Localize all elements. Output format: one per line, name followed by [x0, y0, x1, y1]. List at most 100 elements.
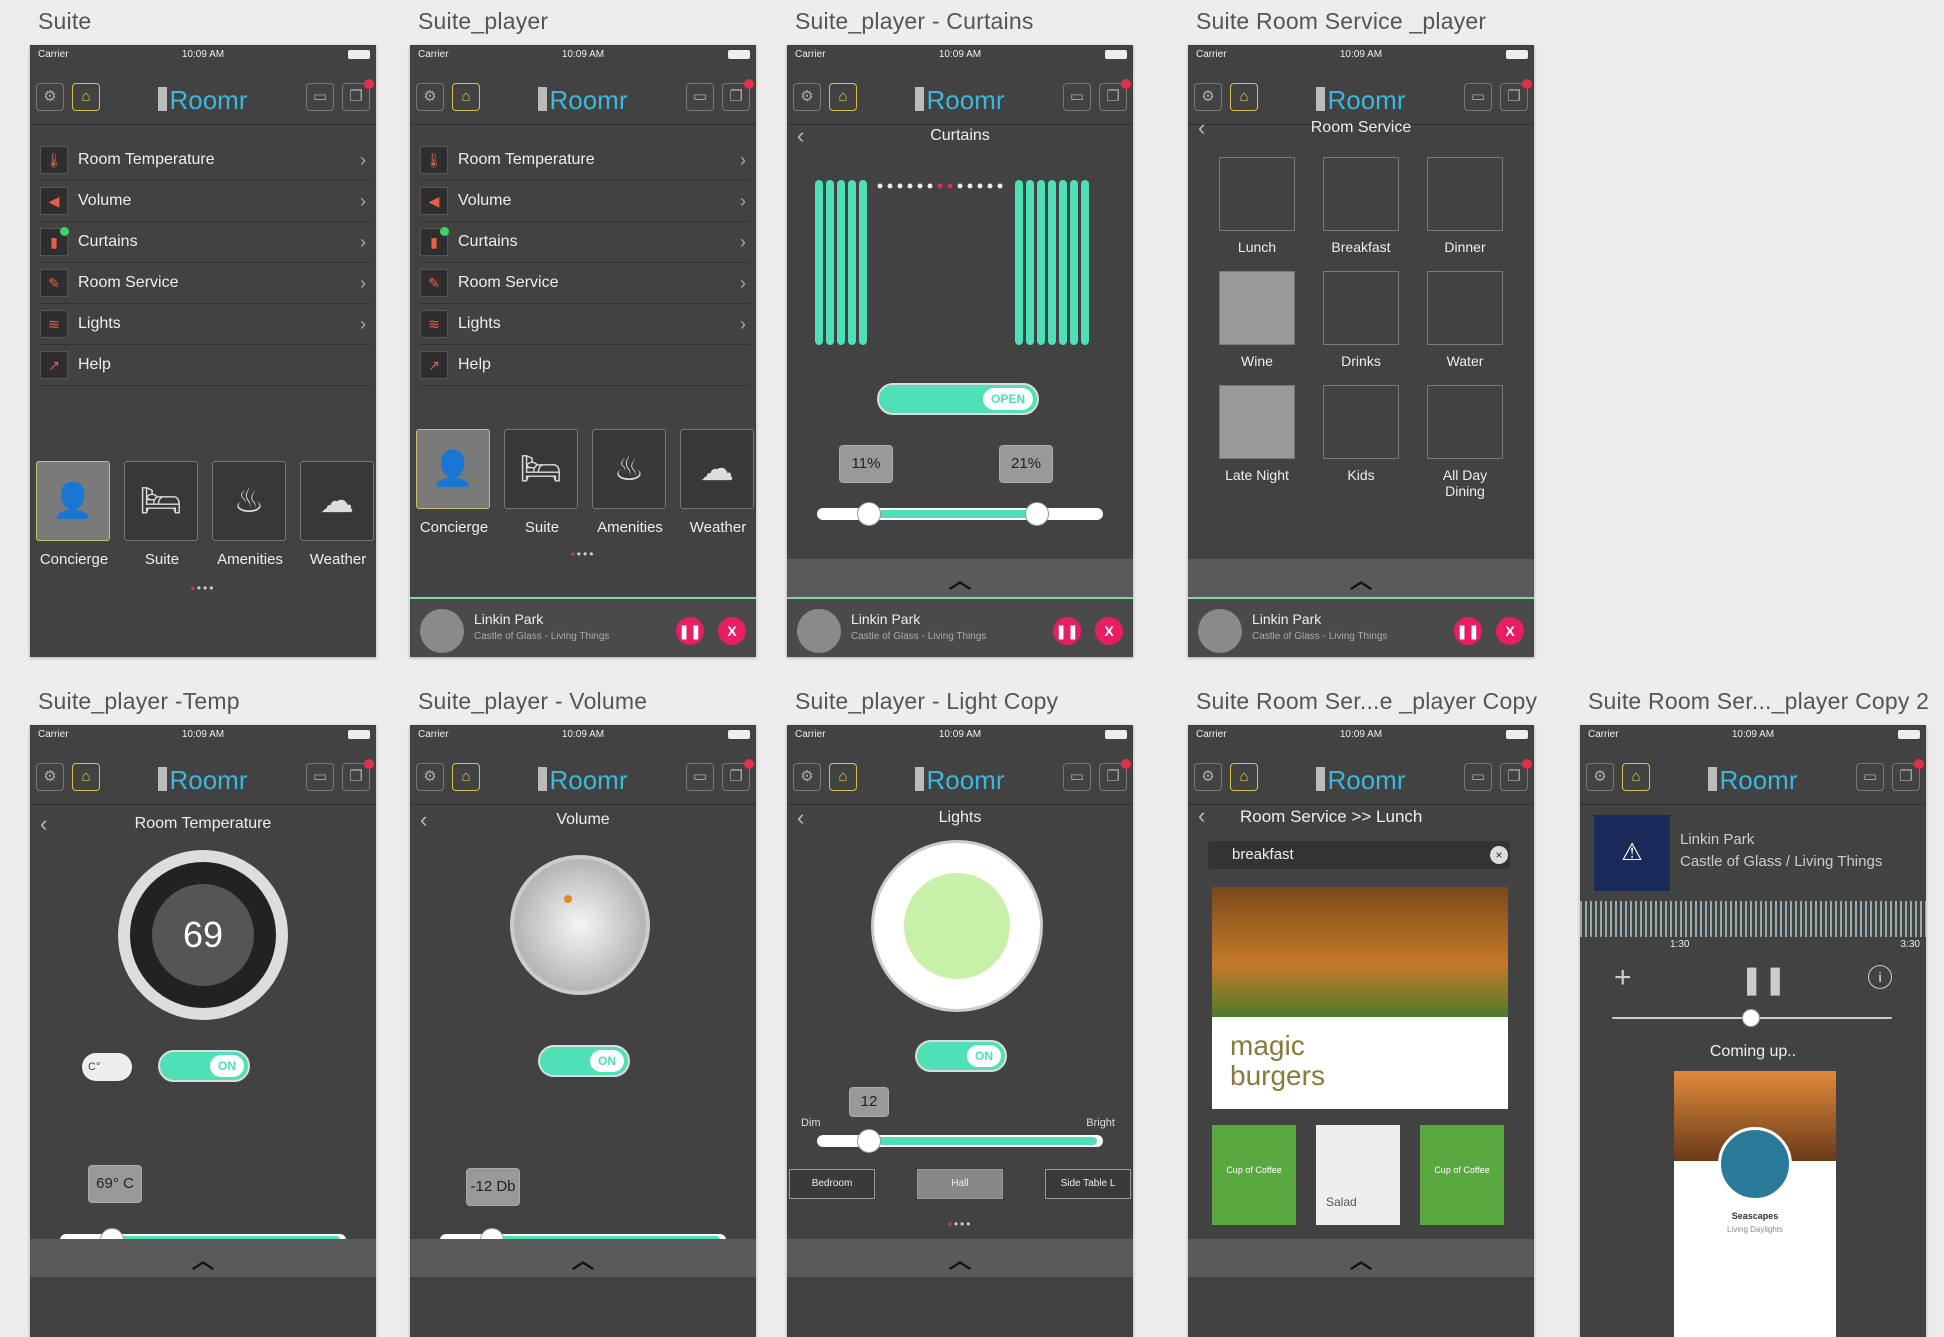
curtain-toggle[interactable]: OPEN — [877, 383, 1039, 415]
clear-icon[interactable]: × — [1490, 846, 1508, 864]
chat-icon[interactable]: ▭ — [1464, 763, 1492, 791]
category-card[interactable]: ♨ Amenities — [212, 461, 288, 568]
service-tile[interactable]: Dinner — [1426, 157, 1504, 255]
search-input[interactable]: breakfast — [1208, 841, 1510, 869]
chat-icon[interactable]: ▭ — [1063, 763, 1091, 791]
light-dial[interactable] — [871, 840, 1043, 1012]
chat-icon[interactable]: ▭ — [306, 83, 334, 111]
waveform[interactable] — [1580, 901, 1926, 937]
menu-tile[interactable]: Cup of Coffee — [1420, 1125, 1504, 1225]
info-icon[interactable]: i — [1868, 965, 1892, 989]
chevron-up-icon[interactable]: ︿ — [410, 1243, 756, 1275]
menu-tile[interactable]: Cup of Coffee — [1212, 1125, 1296, 1225]
next-card[interactable]: Seascapes Living Daylights — [1674, 1071, 1836, 1337]
service-tile[interactable]: Lunch — [1218, 157, 1296, 255]
notification-icon[interactable]: ❐ — [342, 759, 374, 791]
chat-icon[interactable]: ▭ — [1856, 763, 1884, 791]
service-tile[interactable]: Water — [1426, 271, 1504, 369]
chat-icon[interactable]: ▭ — [306, 763, 334, 791]
chevron-right-icon: › — [360, 149, 366, 170]
room-chip[interactable]: Hall — [917, 1169, 1003, 1199]
menu-item[interactable]: ◀ Volume › — [420, 181, 750, 222]
pager-dots[interactable]: •••• — [410, 547, 756, 561]
menu-item[interactable]: ≋ Lights › — [40, 304, 370, 345]
menu-item[interactable]: ▮ Curtains › — [420, 222, 750, 263]
phone-screen: Carrier 10:09 AM ⚙ ⌂ Roomr ▭ ❐ 🌡 Room Temp… — [410, 45, 756, 657]
notification-icon[interactable]: ❐ — [1500, 79, 1532, 111]
pause-icon[interactable]: ❚❚ — [1740, 963, 1787, 996]
service-tile[interactable]: Kids — [1322, 385, 1400, 499]
menu-item[interactable]: ◀ Volume › — [40, 181, 370, 222]
promo-banner[interactable]: magic burgers — [1212, 887, 1508, 1109]
pause-button[interactable]: ❚❚ — [676, 617, 704, 645]
notification-icon[interactable]: ❐ — [1099, 759, 1131, 791]
service-tile[interactable]: Drinks — [1322, 271, 1400, 369]
close-button[interactable]: X — [1095, 617, 1123, 645]
category-card[interactable]: 🛏 Suite — [504, 429, 580, 536]
menu-item[interactable]: 🌡 Room Temperature › — [40, 140, 370, 181]
category-card[interactable]: 🛏 Suite — [124, 461, 200, 568]
category-card[interactable]: ☁ Weather — [300, 461, 376, 568]
volume-knob[interactable] — [510, 855, 650, 995]
chevron-up-icon[interactable]: ︿ — [787, 1243, 1133, 1275]
unit-toggle[interactable]: C° — [82, 1053, 132, 1081]
close-button[interactable]: X — [718, 617, 746, 645]
quick-strip[interactable]: ︿ — [787, 1239, 1133, 1277]
mini-player[interactable]: Linkin Park Castle of Glass - Living Thi… — [787, 597, 1133, 657]
notification-icon[interactable]: ❐ — [1500, 759, 1532, 791]
chevron-up-icon[interactable]: ︿ — [787, 563, 1133, 595]
menu-item[interactable]: ✎ Room Service › — [420, 263, 750, 304]
pager-dots[interactable]: •••• — [30, 581, 376, 595]
quick-strip[interactable]: ︿ — [1188, 559, 1534, 597]
menu-item[interactable]: ▮ Curtains › — [40, 222, 370, 263]
volume-toggle[interactable]: ON — [538, 1045, 630, 1077]
category-card[interactable]: 👤 Concierge — [36, 461, 112, 568]
chat-icon[interactable]: ▭ — [1063, 83, 1091, 111]
quick-strip[interactable]: ︿ — [410, 1239, 756, 1277]
close-button[interactable]: X — [1496, 617, 1524, 645]
chevron-up-icon[interactable]: ︿ — [1188, 1243, 1534, 1275]
category-card[interactable]: ♨ Amenities — [592, 429, 668, 536]
add-icon[interactable]: + — [1614, 961, 1632, 995]
chat-icon[interactable]: ▭ — [686, 763, 714, 791]
menu-tile[interactable]: Salad — [1316, 1125, 1400, 1225]
pager-dots[interactable]: •••• — [787, 1217, 1133, 1231]
chat-icon[interactable]: ▭ — [1464, 83, 1492, 111]
light-slider[interactable] — [817, 1129, 1103, 1153]
chat-icon[interactable]: ▭ — [686, 83, 714, 111]
service-tile[interactable]: All Day Dining — [1426, 385, 1504, 499]
light-toggle[interactable]: ON — [915, 1040, 1007, 1072]
back-icon[interactable]: ‹ — [1198, 803, 1205, 829]
pause-button[interactable]: ❚❚ — [1454, 617, 1482, 645]
quick-strip[interactable]: ︿ — [30, 1239, 376, 1277]
room-chip[interactable]: Bedroom — [789, 1169, 875, 1199]
volume-slider[interactable] — [1612, 1009, 1892, 1027]
menu-item[interactable]: ✎ Room Service › — [40, 263, 370, 304]
curtain-slider[interactable] — [817, 502, 1103, 526]
chevron-up-icon[interactable]: ︿ — [1188, 563, 1534, 595]
mini-player[interactable]: Linkin Park Castle of Glass - Living Thi… — [410, 597, 756, 657]
power-toggle[interactable]: ON — [158, 1050, 250, 1082]
mini-player[interactable]: Linkin Park Castle of Glass - Living Thi… — [1188, 597, 1534, 657]
room-chip[interactable]: Side Table L — [1045, 1169, 1131, 1199]
category-card[interactable]: 👤 Concierge — [416, 429, 492, 536]
notification-icon[interactable]: ❐ — [722, 79, 754, 111]
menu-item[interactable]: ↗ Help — [40, 345, 370, 386]
service-tile[interactable]: Late Night — [1218, 385, 1296, 499]
notification-icon[interactable]: ❐ — [342, 79, 374, 111]
menu-item[interactable]: ≋ Lights › — [420, 304, 750, 345]
quick-strip[interactable]: ︿ — [787, 559, 1133, 597]
thermostat-dial[interactable]: 69 — [118, 850, 288, 1020]
menu-label: Volume — [78, 192, 132, 209]
service-tile[interactable]: Wine — [1218, 271, 1296, 369]
notification-icon[interactable]: ❐ — [722, 759, 754, 791]
service-tile[interactable]: Breakfast — [1322, 157, 1400, 255]
notification-icon[interactable]: ❐ — [1892, 759, 1924, 791]
pause-button[interactable]: ❚❚ — [1053, 617, 1081, 645]
category-card[interactable]: ☁ Weather — [680, 429, 756, 536]
chevron-up-icon[interactable]: ︿ — [30, 1243, 376, 1275]
notification-icon[interactable]: ❐ — [1099, 79, 1131, 111]
quick-strip[interactable]: ︿ — [1188, 1239, 1534, 1277]
menu-item[interactable]: ↗ Help — [420, 345, 750, 386]
menu-item[interactable]: 🌡 Room Temperature › — [420, 140, 750, 181]
